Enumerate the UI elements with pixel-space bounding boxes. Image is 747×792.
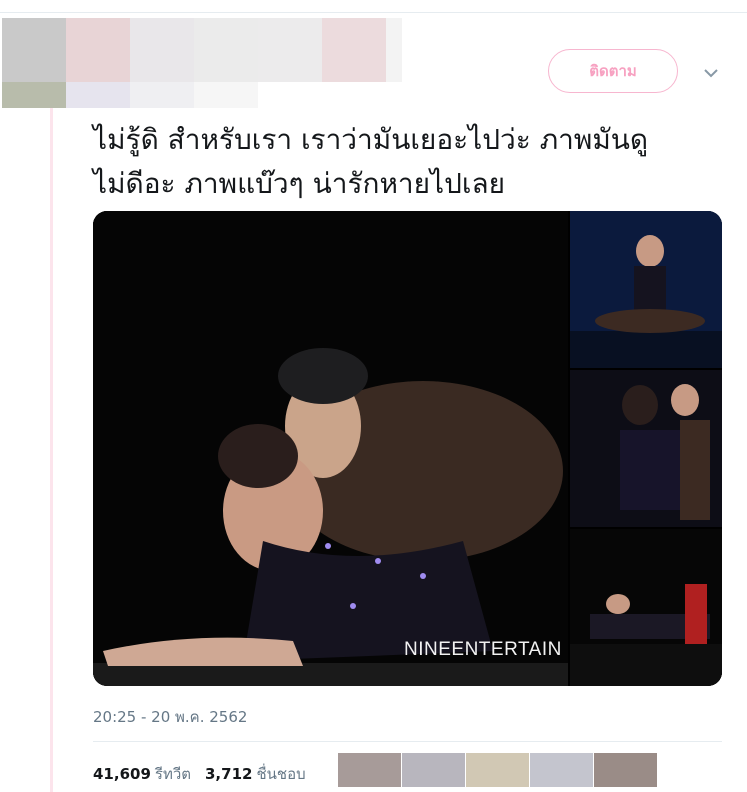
media-photo-2[interactable] (570, 211, 722, 368)
media-photo-3[interactable] (570, 370, 722, 527)
photo-3-image (570, 370, 722, 527)
media-watermark: NINEENTERTAIN (404, 639, 562, 660)
photo-main-image (93, 211, 568, 686)
top-divider (0, 12, 747, 13)
photo-4-image (570, 529, 722, 686)
liker-avatar[interactable] (594, 753, 657, 787)
tweet-stats: 41,609 รีทวีต 3,712 ชื่นชอบ (93, 762, 320, 786)
liker-avatar[interactable] (338, 753, 401, 787)
media-photo-main[interactable]: NINEENTERTAIN (93, 211, 568, 686)
retweets-count[interactable]: 41,609 (93, 765, 151, 783)
retweets-label[interactable]: รีทวีต (155, 762, 191, 786)
liker-avatars[interactable] (338, 753, 658, 787)
stats-divider (93, 741, 722, 742)
liker-avatar[interactable] (402, 753, 465, 787)
thread-line (50, 108, 53, 792)
tweet-media-grid[interactable]: NINEENTERTAIN (93, 211, 722, 686)
chevron-down-icon[interactable] (702, 64, 720, 82)
likes-label[interactable]: ชื่นชอบ (256, 762, 305, 786)
photo-2-image (570, 211, 722, 368)
liker-avatar[interactable] (530, 753, 593, 787)
media-photo-4[interactable] (570, 529, 722, 686)
follow-button[interactable]: ติดตาม (548, 49, 678, 93)
likes-count[interactable]: 3,712 (205, 765, 252, 783)
tweet-timestamp[interactable]: 20:25 - 20 พ.ค. 2562 (93, 705, 247, 729)
tweet-text: ไม่รู้ดิ สำหรับเรา เราว่ามันเยอะไปว่ะ ภา… (93, 123, 649, 200)
liker-avatar[interactable] (466, 753, 529, 787)
